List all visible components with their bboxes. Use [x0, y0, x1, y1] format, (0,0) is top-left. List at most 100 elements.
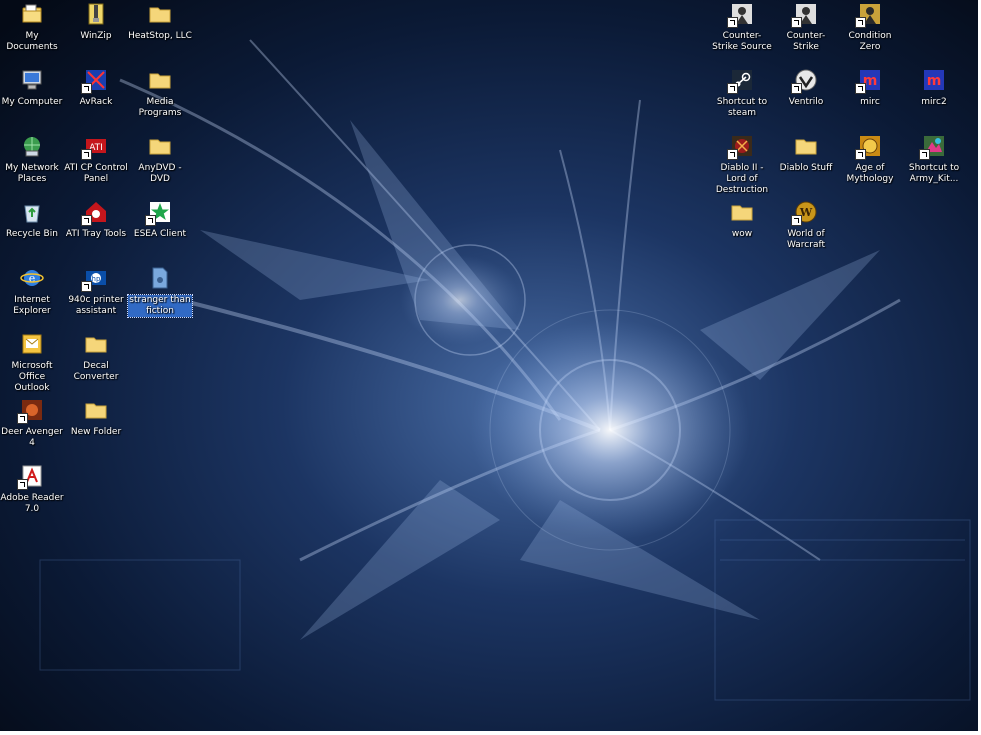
- file-icon: [148, 266, 172, 290]
- folder-icon: [148, 68, 172, 92]
- world-of-warcraft-icon: W: [791, 200, 818, 226]
- desktop-icon-mirc2[interactable]: m mirc2: [902, 66, 966, 130]
- winzip-icon: [84, 2, 108, 26]
- desktop-icon-heatstop[interactable]: HeatStop, LLC: [128, 0, 192, 64]
- desktop-icon-avrack[interactable]: AvRack: [64, 66, 128, 130]
- desktop-icon-winzip[interactable]: WinZip: [64, 0, 128, 64]
- desktop-icon-diablo-lod[interactable]: Diablo II - Lord of Destruction: [710, 132, 774, 196]
- icon-label: Counter-Strike: [786, 31, 826, 52]
- my-documents-icon: [20, 2, 44, 26]
- age-of-mythology-icon: [855, 134, 882, 160]
- icon-label: Shortcut to Army_Kit...: [908, 163, 960, 184]
- mirc-icon: m: [922, 68, 946, 92]
- icon-label: WinZip: [80, 31, 112, 41]
- esea-icon: [145, 200, 172, 226]
- recycle-bin-icon: [20, 200, 44, 224]
- desktop-icon-condition-zero[interactable]: Condition Zero: [838, 0, 902, 64]
- counter-strike-icon: [727, 2, 754, 28]
- desktop-icon-adobe-reader[interactable]: Adobe Reader 7.0: [0, 462, 64, 526]
- my-network-places-icon: [20, 134, 44, 158]
- desktop-icon-my-computer[interactable]: My Computer: [0, 66, 64, 130]
- desktop-icon-recycle-bin[interactable]: Recycle Bin: [0, 198, 64, 262]
- icon-label: Recycle Bin: [6, 229, 58, 239]
- desktop-icon-world-of-warcraft[interactable]: W World of Warcraft: [774, 198, 838, 262]
- icon-label: New Folder: [70, 427, 122, 437]
- desktop-icon-wow-folder[interactable]: wow: [710, 198, 774, 262]
- desktop-icon-ati-control-panel[interactable]: ATI ATI CP Control Panel: [64, 132, 128, 196]
- desktop-icon-hp-printer-assistant[interactable]: hp 940c printer assistant: [64, 264, 128, 328]
- desktop-icon-ati-tray-tools[interactable]: ATI Tray Tools: [64, 198, 128, 262]
- desktop-icon-deer-avenger[interactable]: Deer Avenger 4: [0, 396, 64, 460]
- outlook-icon: [20, 332, 44, 356]
- desktop-icon-counter-strike[interactable]: Counter-Strike: [774, 0, 838, 64]
- icon-label: mirc2: [921, 97, 947, 107]
- icon-label: AvRack: [79, 97, 113, 107]
- svg-text:hp: hp: [92, 275, 101, 283]
- desktop-icon-my-documents[interactable]: My Documents: [0, 0, 64, 64]
- folder-icon: [148, 134, 172, 158]
- ati-tray-tools-icon: [81, 200, 108, 226]
- icon-label: mirc: [860, 97, 880, 107]
- icon-label: Media Programs: [138, 97, 182, 118]
- icon-label: World of Warcraft: [786, 229, 826, 250]
- desktop-icon-diablo-stuff[interactable]: Diablo Stuff: [774, 132, 838, 196]
- desktop-icon-mirc[interactable]: m mirc: [838, 66, 902, 130]
- desktop-icon-ventrilo[interactable]: Ventrilo: [774, 66, 838, 130]
- folder-icon: [794, 134, 818, 158]
- desktop-icon-stranger-than-fiction[interactable]: stranger than fiction: [127, 264, 193, 328]
- adobe-reader-icon: [17, 464, 44, 490]
- icon-label: My Computer: [1, 97, 63, 107]
- condition-zero-icon: [855, 2, 882, 28]
- icon-label: Counter-Strike Source: [712, 31, 772, 52]
- desktop-icon-my-network-places[interactable]: My Network Places: [0, 132, 64, 196]
- internet-explorer-icon: e: [20, 266, 44, 290]
- hp-icon: hp: [81, 266, 108, 292]
- folder-icon: [148, 2, 172, 26]
- icon-label: ESEA Client: [133, 229, 187, 239]
- deer-avenger-icon: [17, 398, 44, 424]
- desktop-icon-army-kit[interactable]: Shortcut to Army_Kit...: [902, 132, 966, 196]
- folder-icon: [730, 200, 754, 224]
- army-kit-icon: [919, 134, 946, 160]
- icon-label: Adobe Reader 7.0: [0, 493, 64, 514]
- icon-label: Condition Zero: [848, 31, 892, 52]
- my-computer-icon: [20, 68, 44, 92]
- desktop-icon-cs-source[interactable]: Counter-Strike Source: [710, 0, 774, 64]
- steam-icon: [727, 68, 754, 94]
- icon-label: Internet Explorer: [13, 295, 51, 316]
- icon-label: Shortcut to steam: [716, 97, 768, 118]
- icon-label: wow: [731, 229, 753, 239]
- counter-strike-icon: [791, 2, 818, 28]
- icon-label: My Documents: [6, 31, 58, 52]
- icon-label: Deer Avenger 4: [1, 427, 63, 448]
- desktop-icon-anydvd[interactable]: AnyDVD - DVD: [128, 132, 192, 196]
- mirc-icon: m: [855, 68, 882, 94]
- desktop[interactable]: My Documents WinZip HeatStop, LLC My Com…: [0, 0, 981, 735]
- icon-label: 940c printer assistant: [68, 295, 124, 316]
- ventrilo-icon: [791, 68, 818, 94]
- icon-label: Diablo Stuff: [779, 163, 833, 173]
- desktop-icon-decal-converter[interactable]: Decal Converter: [64, 330, 128, 394]
- desktop-icon-esea-client[interactable]: ESEA Client: [128, 198, 192, 262]
- icon-label: Ventrilo: [788, 97, 824, 107]
- screen-border-bottom: [0, 731, 981, 735]
- icon-label: Decal Converter: [73, 361, 119, 382]
- ati-icon: ATI: [81, 134, 108, 160]
- folder-icon: [84, 332, 108, 356]
- folder-icon: [84, 398, 108, 422]
- icon-label: ATI Tray Tools: [65, 229, 127, 239]
- icon-label: Diablo II - Lord of Destruction: [715, 163, 769, 195]
- desktop-icon-media-programs[interactable]: Media Programs: [128, 66, 192, 130]
- desktop-icon-internet-explorer[interactable]: e Internet Explorer: [0, 264, 64, 328]
- icon-label: Age of Mythology: [846, 163, 894, 184]
- desktop-icon-new-folder[interactable]: New Folder: [64, 396, 128, 460]
- icon-label: stranger than fiction: [127, 294, 193, 318]
- icon-label: Microsoft Office Outlook: [11, 361, 53, 393]
- desktop-icon-steam[interactable]: Shortcut to steam: [710, 66, 774, 130]
- desktop-icon-outlook[interactable]: Microsoft Office Outlook: [0, 330, 64, 394]
- diablo-icon: [727, 134, 754, 160]
- icon-label: ATI CP Control Panel: [64, 163, 128, 184]
- icon-label: HeatStop, LLC: [128, 31, 192, 41]
- avrack-icon: [81, 68, 108, 94]
- desktop-icon-age-of-mythology[interactable]: Age of Mythology: [838, 132, 902, 196]
